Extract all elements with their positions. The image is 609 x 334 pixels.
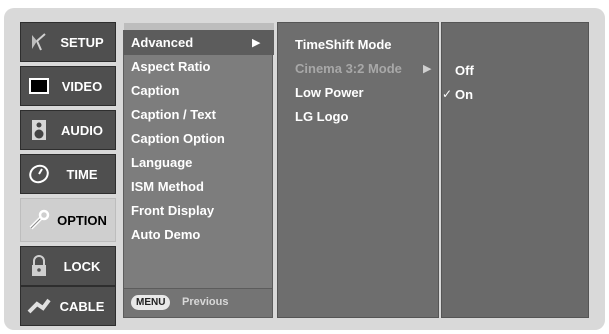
submenu-item-caption-option[interactable]: Caption Option <box>131 131 225 146</box>
sidebar-item-label: CABLE <box>59 298 105 314</box>
sidebar-item-label: OPTION <box>57 212 107 228</box>
speaker-icon <box>27 118 51 142</box>
sidebar-item-lock[interactable]: LOCK <box>20 246 116 286</box>
satellite-dish-icon <box>27 30 51 54</box>
sidebar-item-time[interactable]: TIME <box>20 154 116 194</box>
sidebar-item-label: VIDEO <box>61 78 103 94</box>
sidebar-item-label: LOCK <box>63 258 101 274</box>
sidebar-item-label: SETUP <box>60 34 104 50</box>
sidebar-item-option[interactable]: OPTION <box>20 198 116 242</box>
submenu-item-front-display[interactable]: Front Display <box>131 203 214 218</box>
advanced-menu: TimeShift Mode Cinema 3:2 Mode ▶ Low Pow… <box>277 22 439 318</box>
sidebar-item-label: TIME <box>66 166 98 182</box>
sidebar-item-cable[interactable]: CABLE <box>20 286 116 326</box>
cable-connector-icon <box>27 294 51 318</box>
advanced-arrow-icon: ▶ <box>423 63 432 75</box>
option-off[interactable]: Off <box>455 63 474 78</box>
previous-label: Previous <box>182 296 229 308</box>
padlock-icon <box>27 254 51 278</box>
submenu-item-ism-method[interactable]: ISM Method <box>131 179 204 194</box>
wrench-icon <box>27 208 51 232</box>
cinema-options-menu: Off ✓ On <box>441 22 589 318</box>
sidebar-item-setup[interactable]: SETUP <box>20 22 116 62</box>
checkmark-icon: ✓ <box>442 87 453 101</box>
option-submenu: Advanced ▶ Aspect Ratio Caption Caption … <box>123 23 274 318</box>
advanced-item-timeshift-mode[interactable]: TimeShift Mode <box>295 37 392 52</box>
sidebar-item-label: AUDIO <box>61 122 103 138</box>
submenu-top-strip <box>124 23 274 31</box>
advanced-item-cinema-mode[interactable]: Cinema 3:2 Mode <box>295 61 402 76</box>
submenu-item-caption-text[interactable]: Caption / Text <box>131 107 216 122</box>
submenu-item-advanced[interactable]: Advanced <box>131 35 193 50</box>
advanced-item-low-power[interactable]: Low Power <box>295 85 364 100</box>
submenu-arrow-icon: ▶ <box>252 37 261 49</box>
sidebar-item-video[interactable]: VIDEO <box>20 66 116 106</box>
submenu-item-language[interactable]: Language <box>131 155 192 170</box>
menu-button[interactable]: MENU <box>131 295 171 310</box>
submenu-footer: MENU Previous <box>124 288 272 317</box>
clock-icon <box>27 162 51 186</box>
tv-screen-icon <box>27 74 51 98</box>
sidebar-item-audio[interactable]: AUDIO <box>20 110 116 150</box>
advanced-item-lg-logo[interactable]: LG Logo <box>295 109 348 124</box>
option-on[interactable]: On <box>455 87 473 102</box>
submenu-item-aspect-ratio[interactable]: Aspect Ratio <box>131 59 210 74</box>
submenu-item-caption[interactable]: Caption <box>131 83 179 98</box>
submenu-item-auto-demo[interactable]: Auto Demo <box>131 227 200 242</box>
